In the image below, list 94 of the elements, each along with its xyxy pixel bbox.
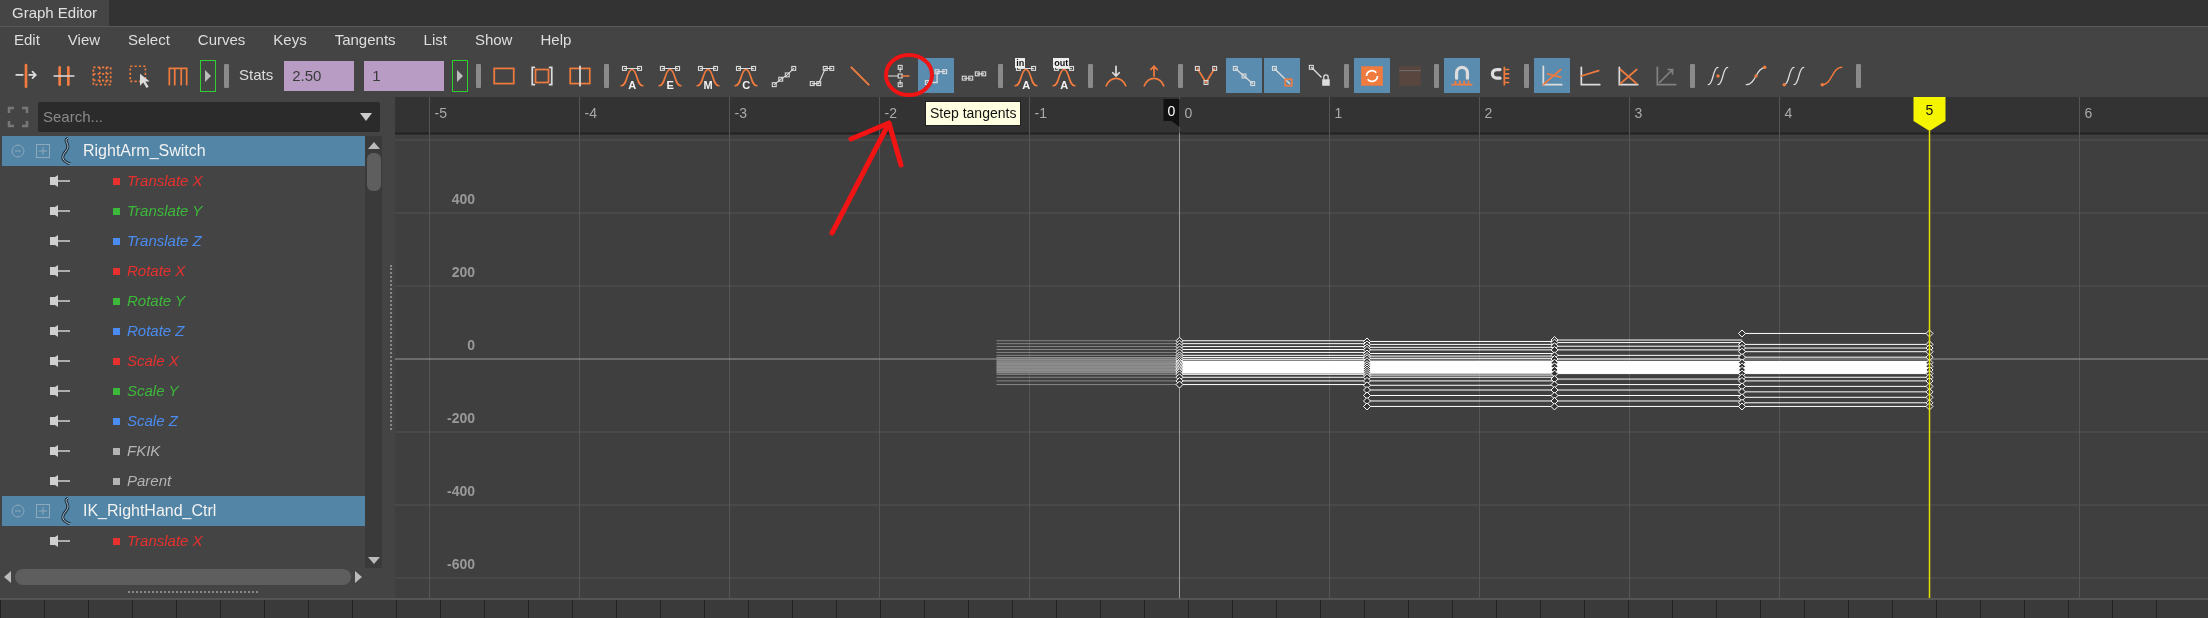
value-label: -200 bbox=[446, 410, 475, 426]
channel-key-icon[interactable] bbox=[50, 205, 70, 217]
tool-button[interactable]: M bbox=[690, 58, 727, 93]
grip-handle[interactable] bbox=[1689, 63, 1695, 88]
channel-key-icon[interactable] bbox=[50, 235, 70, 247]
node-name: IK_RightHand_Ctrl bbox=[83, 501, 217, 521]
range-start-marker[interactable]: 0 bbox=[1163, 99, 1180, 127]
search-field[interactable]: Search... bbox=[38, 101, 380, 132]
channel-name[interactable]: FKIK bbox=[127, 439, 161, 463]
channel-name[interactable]: Rotate Y bbox=[127, 289, 186, 313]
tool-button[interactable]: E bbox=[652, 58, 689, 93]
tooltip: Step tangents bbox=[925, 101, 1022, 126]
menu-item[interactable]: Show bbox=[474, 29, 513, 52]
value-label: -600 bbox=[446, 556, 475, 572]
scroll-down-arrow-icon[interactable] bbox=[367, 557, 380, 564]
value-label: 400 bbox=[451, 191, 475, 207]
channel-key-icon[interactable] bbox=[50, 265, 70, 277]
value-label: 0 bbox=[467, 337, 475, 353]
scroll-thumb[interactable] bbox=[366, 153, 381, 191]
grip-handle[interactable] bbox=[1433, 63, 1439, 88]
tool-button[interactable] bbox=[1226, 58, 1263, 93]
curve-node-icon bbox=[59, 497, 73, 525]
frame-number: 3 bbox=[1634, 105, 1643, 121]
grip-handle[interactable] bbox=[1087, 63, 1093, 88]
menu-item[interactable]: Keys bbox=[273, 29, 307, 52]
frame-number: -2 bbox=[884, 105, 897, 121]
grip-handle[interactable] bbox=[603, 63, 609, 88]
channel-name[interactable]: Scale Y bbox=[127, 379, 179, 403]
expand-toggle[interactable] bbox=[452, 59, 469, 92]
channel-key-icon[interactable] bbox=[50, 385, 70, 397]
scroll-up-arrow-icon[interactable] bbox=[367, 142, 380, 149]
frame-number: -3 bbox=[734, 105, 747, 121]
scroll-thumb[interactable] bbox=[15, 569, 351, 585]
stats-field[interactable]: 2.50 bbox=[284, 60, 355, 91]
channel-name[interactable]: Parent bbox=[127, 469, 172, 493]
grip-handle[interactable] bbox=[1855, 63, 1861, 88]
stats-field[interactable]: 1 bbox=[364, 60, 445, 91]
menu-item[interactable]: Curves bbox=[197, 29, 246, 52]
channel-key-icon[interactable] bbox=[50, 475, 70, 487]
triangle-icon bbox=[205, 69, 211, 82]
current-frame-marker[interactable]: 5 bbox=[1913, 97, 1946, 131]
menu-item[interactable]: Select bbox=[128, 29, 170, 52]
scroll-left-arrow-icon[interactable] bbox=[4, 571, 11, 583]
grip-handle[interactable] bbox=[223, 63, 229, 88]
window-title: Graph Editor bbox=[0, 0, 110, 26]
insert-key-icon bbox=[13, 62, 39, 89]
menu-item[interactable]: View bbox=[67, 29, 101, 52]
frame-number: -5 bbox=[434, 105, 447, 121]
grip-handle[interactable] bbox=[997, 63, 1003, 88]
expand-toggle[interactable] bbox=[200, 59, 216, 92]
tool-button[interactable]: out A bbox=[1046, 58, 1083, 93]
value-label: -400 bbox=[446, 483, 475, 499]
channel-key-icon[interactable] bbox=[50, 445, 70, 457]
tool-button[interactable]: C bbox=[728, 58, 765, 93]
channel-key-icon[interactable] bbox=[50, 355, 70, 367]
channel-key-icon[interactable] bbox=[50, 175, 70, 187]
channel-key-icon[interactable] bbox=[50, 295, 70, 307]
menu-item[interactable]: Help bbox=[540, 29, 572, 52]
grip-handle[interactable] bbox=[475, 63, 481, 88]
triangle-icon bbox=[457, 69, 464, 82]
tool-button[interactable]: in A bbox=[1008, 58, 1045, 93]
grip-handle[interactable] bbox=[1523, 63, 1529, 88]
frame-number: 6 bbox=[2084, 105, 2093, 121]
tool-button[interactable] bbox=[1444, 58, 1481, 93]
flat-line-icon bbox=[885, 62, 912, 89]
scroll-right-arrow-icon[interactable] bbox=[355, 571, 362, 583]
frame-number: 0 bbox=[1184, 105, 1193, 121]
dropdown-caret-icon[interactable] bbox=[360, 112, 372, 121]
channel-key-icon[interactable] bbox=[50, 535, 70, 547]
frame-number: -4 bbox=[584, 105, 597, 121]
menu-item[interactable]: Tangents bbox=[334, 29, 396, 52]
menu-item[interactable]: Edit bbox=[14, 29, 40, 52]
stats-label: Stats bbox=[239, 65, 274, 86]
tool-button[interactable]: A bbox=[614, 58, 651, 93]
channel-name[interactable]: Translate Y bbox=[127, 199, 203, 223]
tool-button[interactable] bbox=[1264, 58, 1301, 93]
frame-number: 1 bbox=[1334, 105, 1343, 121]
value-label: 200 bbox=[451, 264, 475, 280]
grip-handle[interactable] bbox=[1343, 63, 1349, 88]
node-name: RightArm_Switch bbox=[83, 141, 206, 161]
menu-item[interactable]: List bbox=[423, 29, 447, 52]
curves-drawing[interactable] bbox=[996, 329, 1934, 411]
frame-number: -1 bbox=[1034, 105, 1047, 121]
frame-number: 4 bbox=[1784, 105, 1793, 121]
axes-icon bbox=[1539, 62, 1566, 89]
tool-button[interactable] bbox=[1354, 58, 1391, 93]
curve-node-icon bbox=[59, 137, 73, 165]
circle-annotation bbox=[884, 53, 934, 97]
grip-handle[interactable] bbox=[1177, 63, 1183, 88]
channel-key-icon[interactable] bbox=[50, 415, 70, 427]
channel-key-icon[interactable] bbox=[50, 325, 70, 337]
vertical-scrollbar[interactable] bbox=[365, 136, 382, 568]
tool-button[interactable] bbox=[1534, 58, 1571, 93]
frame-number: 2 bbox=[1484, 105, 1493, 121]
